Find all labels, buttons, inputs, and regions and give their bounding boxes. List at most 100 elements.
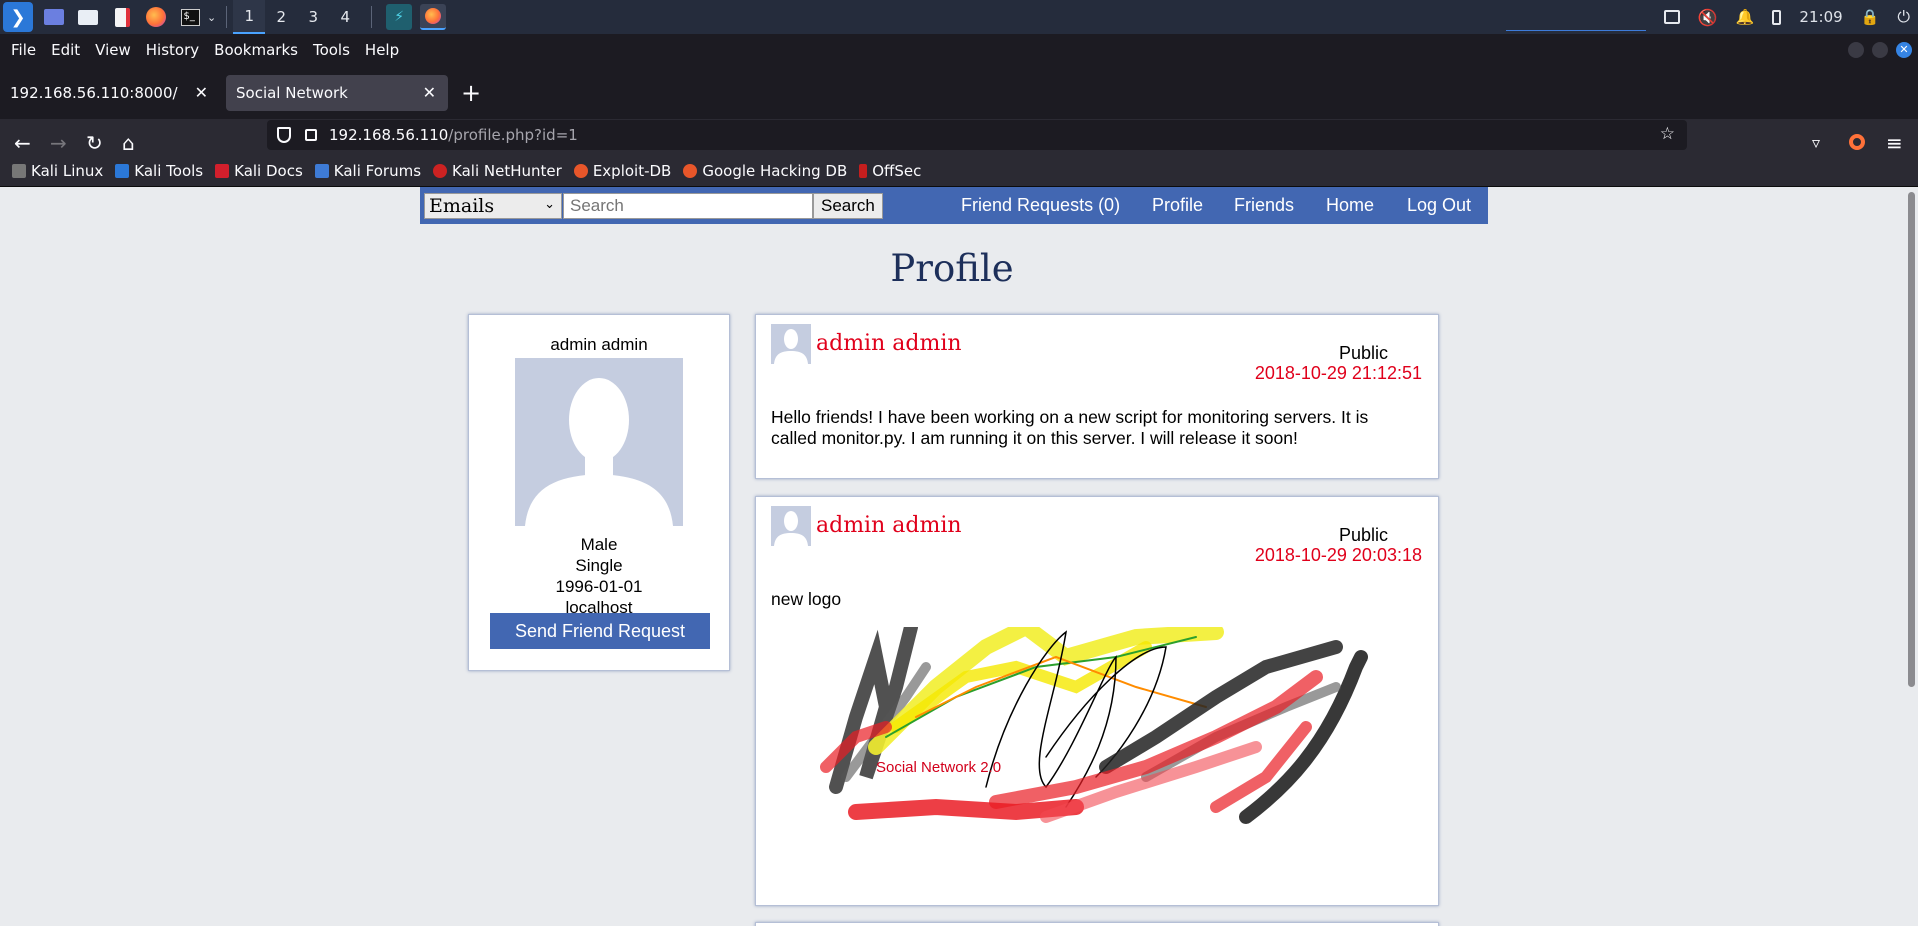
post-timestamp: 2018-10-29 21:12:51 <box>1254 363 1422 383</box>
forward-icon[interactable]: → <box>50 131 67 155</box>
menu-view[interactable]: View <box>95 41 131 59</box>
post-avatar <box>771 324 811 364</box>
scrollbar-thumb[interactable] <box>1908 192 1915 687</box>
chevron-down-icon[interactable]: ⌄ <box>207 11 216 24</box>
bookmark-kali-tools[interactable]: Kali Tools <box>115 162 203 180</box>
bookmark-kali-nethunter[interactable]: Kali NetHunter <box>433 162 562 180</box>
post-image: Social Network 2.0 <box>816 617 1386 872</box>
firefox-icon[interactable] <box>143 4 169 30</box>
ghdb-icon <box>683 163 698 178</box>
os-taskbar: ❯ $_ ⌄ 1 2 3 4 ⚡ 🔇 🔔 21:09 🔒 ⏻ <box>0 0 1918 34</box>
nav-friend-requests[interactable]: Friend Requests (0) <box>961 195 1120 216</box>
tab-1[interactable]: 192.168.56.110:8000/ ✕ <box>0 75 220 111</box>
nav-friends[interactable]: Friends <box>1234 195 1294 216</box>
close-tab-icon[interactable]: ✕ <box>195 83 208 102</box>
close-tab-icon[interactable]: ✕ <box>423 83 436 102</box>
menu-bookmarks[interactable]: Bookmarks <box>214 41 298 59</box>
kali-menu-icon[interactable]: ❯ <box>3 2 33 32</box>
menu-tools[interactable]: Tools <box>313 41 350 59</box>
terminal-icon[interactable]: $_ <box>177 4 203 30</box>
nav-profile[interactable]: Profile <box>1152 195 1203 216</box>
post-author[interactable]: admin admin <box>816 513 962 538</box>
home-icon[interactable]: ⌂ <box>122 131 135 155</box>
nav-home[interactable]: Home <box>1326 195 1374 216</box>
search-button[interactable]: Search <box>813 192 883 219</box>
lock-icon[interactable]: 🔒 <box>1861 8 1880 26</box>
bookmark-kali-linux[interactable]: Kali Linux <box>12 162 103 180</box>
workspace-3[interactable]: 3 <box>297 0 329 34</box>
hamburger-menu-icon[interactable]: ≡ <box>1886 131 1903 155</box>
workspace-1[interactable]: 1 <box>233 0 266 34</box>
bell-icon[interactable]: 🔔 <box>1736 8 1755 26</box>
clock[interactable]: 21:09 <box>1799 8 1842 26</box>
tab-bar: 192.168.56.110:8000/ ✕ Social Network ✕ … <box>0 65 1918 119</box>
bookmark-offsec[interactable]: OffSec <box>859 162 921 180</box>
offsec-icon <box>859 163 868 178</box>
exploit-db-icon <box>573 163 588 178</box>
back-icon[interactable]: ← <box>14 131 31 155</box>
menu-history[interactable]: History <box>146 41 199 59</box>
post-body: Hello friends! I have been working on a … <box>771 407 1369 448</box>
bookmark-kali-docs[interactable]: Kali Docs <box>215 162 303 180</box>
kali-docs-icon <box>215 163 230 178</box>
close-window-button[interactable]: ✕ <box>1896 42 1912 58</box>
avatar <box>515 358 683 526</box>
bookmark-star-icon[interactable]: ☆ <box>1660 124 1675 144</box>
search-placeholder: Search <box>570 195 624 215</box>
profile-birthdate: 1996-01-01 <box>555 577 643 596</box>
url-path: /profile.php?id=1 <box>448 126 578 144</box>
file-manager-icon[interactable] <box>75 4 101 30</box>
tab-title: 192.168.56.110:8000/ <box>10 84 178 102</box>
mute-icon[interactable]: 🔇 <box>1698 8 1718 27</box>
bookmark-label: Google Hacking DB <box>702 161 848 180</box>
reload-icon[interactable]: ↻ <box>86 131 103 155</box>
menu-help[interactable]: Help <box>365 41 399 59</box>
default-avatar-icon <box>515 358 683 526</box>
workspace-4[interactable]: 4 <box>329 0 361 34</box>
nav-log-out[interactable]: Log Out <box>1407 195 1471 216</box>
post-avatar <box>771 506 811 546</box>
battery-icon[interactable] <box>1772 9 1782 25</box>
new-tab-button[interactable]: + <box>461 79 481 107</box>
search-type-select[interactable]: Emails ⌄ <box>424 192 562 219</box>
pocket-icon[interactable]: ▿ <box>1812 133 1820 152</box>
post-visibility: Public <box>1338 343 1388 363</box>
kali-dragon-icon <box>12 163 26 178</box>
bookmark-kali-forums[interactable]: Kali Forums <box>314 162 421 180</box>
text-editor-icon[interactable] <box>109 4 135 30</box>
bookmark-label: Kali NetHunter <box>452 161 562 180</box>
task-terminal-icon[interactable]: ⚡ <box>386 4 413 30</box>
kali-forums-icon <box>314 163 329 178</box>
browser-menubar: File Edit View History Bookmarks Tools H… <box>0 34 1918 65</box>
power-icon[interactable]: ⏻ <box>1897 7 1910 27</box>
workspace-2[interactable]: 2 <box>265 0 297 34</box>
menu-edit[interactable]: Edit <box>51 41 80 59</box>
task-firefox-icon[interactable] <box>420 4 447 30</box>
bookmark-exploit-db[interactable]: Exploit-DB <box>573 162 671 180</box>
post-author[interactable]: admin admin <box>816 331 962 356</box>
post-timestamp: 2018-10-29 20:03:18 <box>1254 545 1422 565</box>
tab-2[interactable]: Social Network ✕ <box>226 75 448 111</box>
bookmark-label: Kali Linux <box>31 161 104 180</box>
default-avatar-icon <box>774 511 808 546</box>
chevron-down-icon: ⌄ <box>544 196 555 212</box>
kali-tools-icon <box>115 163 130 178</box>
shield-icon[interactable] <box>277 127 291 143</box>
display-icon[interactable] <box>1663 10 1680 24</box>
url-bar[interactable]: 192.168.56.110/profile.php?id=1 ☆ <box>267 120 1687 150</box>
nethunter-icon <box>433 163 448 178</box>
bookmark-google-hacking-db[interactable]: Google Hacking DB <box>683 162 847 180</box>
post-body: new logo <box>771 589 842 609</box>
terminal-window-icon[interactable] <box>41 4 67 30</box>
profile-card: admin admin Male Single 1996-01-01 local… <box>468 314 730 671</box>
extension-icon[interactable] <box>1849 134 1865 150</box>
lock-icon[interactable] <box>305 129 317 141</box>
bookmark-label: Kali Tools <box>134 161 204 180</box>
maximize-button[interactable] <box>1872 42 1888 58</box>
url-host: 192.168.56.110 <box>329 126 449 144</box>
search-input[interactable]: Search <box>563 192 813 219</box>
send-friend-request-button[interactable]: Send Friend Request <box>490 613 710 649</box>
search-type-value: Emails <box>429 194 495 217</box>
menu-file[interactable]: File <box>11 41 36 59</box>
minimize-button[interactable] <box>1848 42 1864 58</box>
